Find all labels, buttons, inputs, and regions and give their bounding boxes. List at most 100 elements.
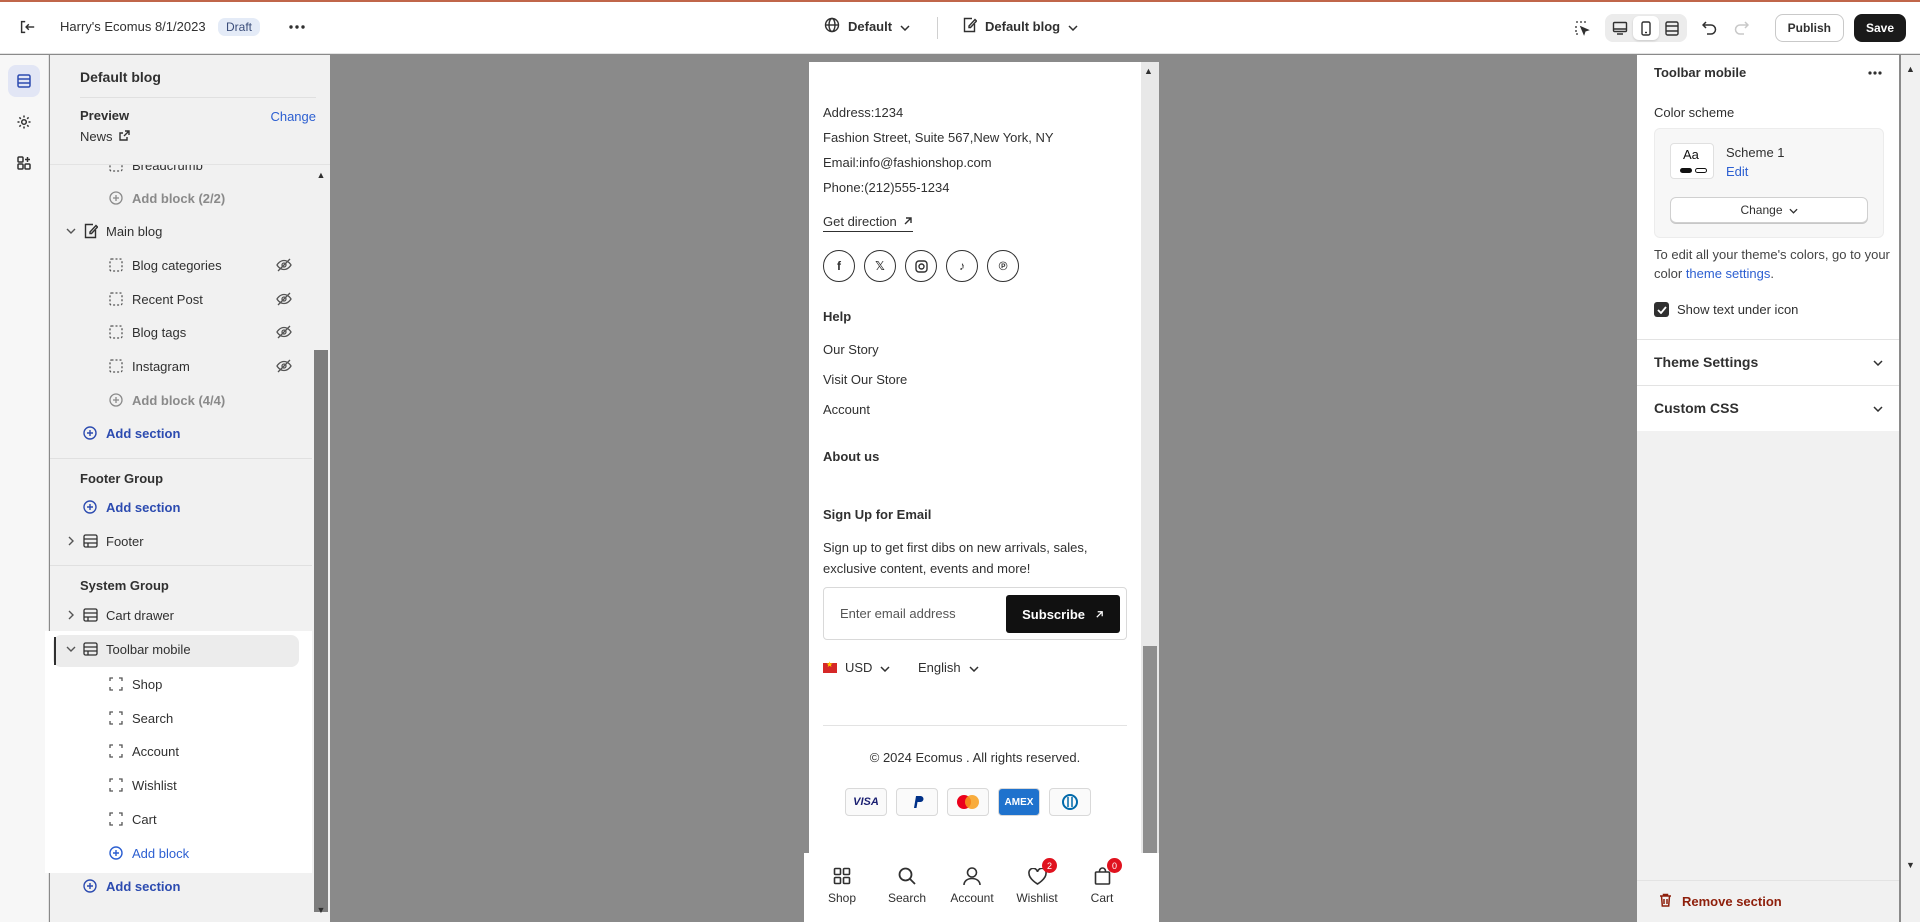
scroll-up-icon[interactable]: ▲ <box>1144 66 1153 76</box>
toolbar-item-search[interactable]: Search <box>877 865 937 905</box>
block-label: Search <box>132 710 174 726</box>
inspector-icon[interactable] <box>1569 15 1595 41</box>
chevron-down-icon[interactable] <box>1871 402 1885 416</box>
help-link[interactable]: Account <box>823 402 870 417</box>
add-section-system[interactable]: Add section <box>50 872 312 900</box>
block-blog-tags[interactable]: Blog tags <box>50 318 312 346</box>
redo-icon[interactable] <box>1729 15 1755 41</box>
block-blog-categories[interactable]: Blog categories <box>50 251 312 279</box>
chevron-down-icon[interactable] <box>1871 356 1885 370</box>
email-input[interactable]: Enter email address Subscribe <box>823 587 1127 640</box>
toolbar-item-cart[interactable]: 0 Cart <box>1072 858 1132 905</box>
plus-circle-icon <box>108 392 124 408</box>
toolbar-item-account[interactable]: Account <box>942 865 1002 905</box>
scroll-up-icon[interactable]: ▲ <box>1906 64 1915 74</box>
section-label: Toolbar mobile <box>106 641 191 657</box>
color-scheme-card: Aa Scheme 1 Edit Change <box>1654 128 1884 238</box>
block-recent-post[interactable]: Recent Post <box>50 285 312 313</box>
settings-empty-area <box>1637 431 1899 922</box>
toolbar-item-shop[interactable]: Shop <box>812 865 872 905</box>
help-link[interactable]: Our Story <box>823 342 879 357</box>
theme-settings-link[interactable]: theme settings <box>1686 266 1771 281</box>
arrow-up-right-icon <box>1095 607 1104 622</box>
language-selector[interactable]: English <box>918 660 979 675</box>
globe-icon <box>824 17 840 36</box>
pinterest-icon[interactable]: ℗ <box>987 250 1019 282</box>
settings-scrollbar[interactable] <box>1901 55 1920 922</box>
checkbox-checked[interactable] <box>1654 302 1669 317</box>
subscribe-button[interactable]: Subscribe <box>1006 595 1120 633</box>
theme-selector[interactable]: Default <box>824 17 910 36</box>
about-heading[interactable]: About us <box>823 449 879 464</box>
scroll-up-icon[interactable]: ▲ <box>315 170 327 180</box>
section-toolbar-mobile-row[interactable]: Toolbar mobile <box>50 635 312 663</box>
show-text-checkbox-row[interactable]: Show text under icon <box>1654 302 1798 317</box>
section-main-blog[interactable]: Main blog <box>50 217 312 245</box>
scheme-change-button[interactable]: Change <box>1670 197 1868 223</box>
toolbar-item-label: Cart <box>1090 891 1114 905</box>
x-icon[interactable]: 𝕏 <box>864 250 896 282</box>
toolbar-item-wishlist[interactable]: 2 Wishlist <box>1007 858 1067 905</box>
add-block-main[interactable]: Add block (4/4) <box>50 386 312 414</box>
sections-icon[interactable] <box>8 65 40 97</box>
eye-hidden-icon[interactable] <box>276 291 292 307</box>
remove-section-bar: Remove section <box>1637 880 1899 922</box>
gear-icon[interactable] <box>8 106 40 138</box>
save-button[interactable]: Save <box>1853 14 1906 42</box>
eye-hidden-icon[interactable] <box>276 324 292 340</box>
checkbox-label: Show text under icon <box>1677 302 1799 317</box>
apps-icon[interactable] <box>8 147 40 179</box>
template-selector[interactable]: Default blog <box>962 17 1078 36</box>
preview-page-link[interactable]: News <box>80 129 130 144</box>
add-section-footer[interactable]: Add section <box>50 493 312 521</box>
block-shop[interactable]: Shop <box>50 670 312 698</box>
fullscreen-view-icon[interactable] <box>1659 16 1685 40</box>
remove-section-button[interactable]: Remove section <box>1659 893 1782 910</box>
mobile-view-icon[interactable] <box>1632 16 1659 40</box>
facebook-icon[interactable]: f <box>823 250 855 282</box>
exit-icon[interactable] <box>16 16 38 38</box>
add-block-toolbar[interactable]: Add block <box>50 839 312 867</box>
more-options-icon[interactable] <box>1865 63 1885 83</box>
desktop-view-icon[interactable] <box>1607 16 1633 40</box>
accordion-theme-settings[interactable]: Theme Settings <box>1654 354 1758 370</box>
block-account[interactable]: Account <box>50 737 312 765</box>
preview-scrollbar-thumb[interactable] <box>1143 646 1157 876</box>
color-scheme-label: Color scheme <box>1654 105 1735 120</box>
get-direction-link[interactable]: Get direction <box>823 214 913 232</box>
help-link[interactable]: Visit Our Store <box>823 372 907 387</box>
scroll-down-icon[interactable]: ▼ <box>315 905 327 915</box>
eye-hidden-icon[interactable] <box>276 257 292 273</box>
preview-page-label: News <box>80 129 113 144</box>
more-options-icon[interactable] <box>286 16 308 38</box>
chevron-down-icon[interactable] <box>64 642 78 656</box>
block-label: Cart <box>132 811 157 827</box>
signup-text-line2: exclusive content, events and more! <box>823 561 1031 576</box>
add-section-template[interactable]: Add section <box>50 419 312 447</box>
block-instagram[interactable]: Instagram <box>50 352 312 380</box>
template-selector-label: Default blog <box>985 19 1061 34</box>
eye-hidden-icon[interactable] <box>276 358 292 374</box>
panel-scrollbar-thumb[interactable] <box>314 350 328 912</box>
accordion-custom-css[interactable]: Custom CSS <box>1654 400 1739 416</box>
add-block-header[interactable]: Add block (2/2) <box>50 184 312 212</box>
scheme-edit-link[interactable]: Edit <box>1726 164 1748 179</box>
group-title-system: System Group <box>80 578 169 593</box>
chevron-right-icon[interactable] <box>64 534 78 548</box>
block-search[interactable]: Search <box>50 704 312 732</box>
external-link-icon <box>118 129 130 144</box>
instagram-icon[interactable] <box>905 250 937 282</box>
change-preview-link[interactable]: Change <box>270 109 316 124</box>
section-cart-drawer[interactable]: Cart drawer <box>50 601 312 629</box>
section-footer[interactable]: Footer <box>50 527 312 555</box>
chevron-down-icon[interactable] <box>64 224 78 238</box>
tiktok-icon[interactable]: ♪ <box>946 250 978 282</box>
scroll-down-icon[interactable]: ▼ <box>1906 860 1915 870</box>
undo-icon[interactable] <box>1697 15 1723 41</box>
publish-button[interactable]: Publish <box>1774 14 1844 42</box>
block-wishlist[interactable]: Wishlist <box>50 771 312 799</box>
chevron-right-icon[interactable] <box>64 608 78 622</box>
divider <box>1637 385 1899 386</box>
currency-selector[interactable]: USD <box>823 660 890 675</box>
block-cart[interactable]: Cart <box>50 805 312 833</box>
